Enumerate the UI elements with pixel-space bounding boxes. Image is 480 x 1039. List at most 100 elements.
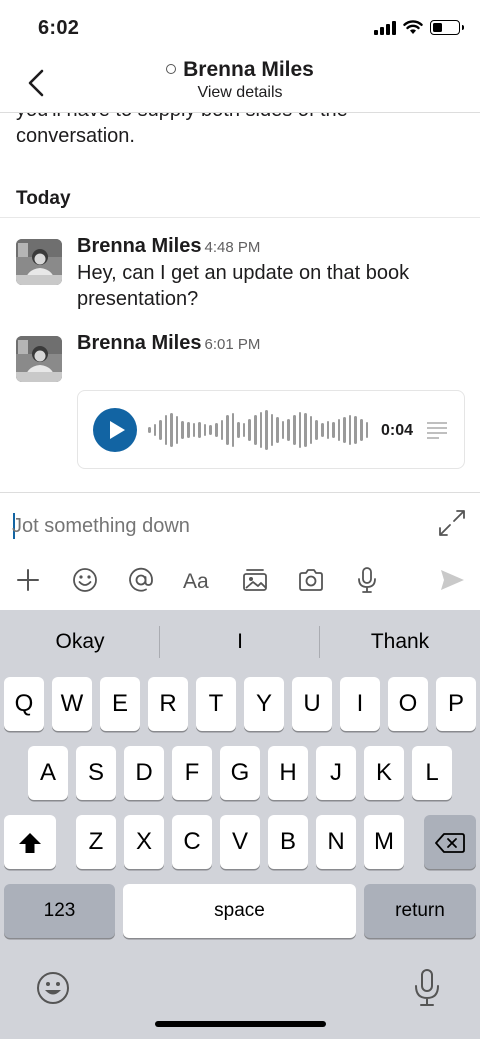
key-n[interactable]: N	[316, 815, 356, 869]
key-x[interactable]: X	[124, 815, 164, 869]
backspace-icon	[435, 832, 465, 853]
send-icon[interactable]	[437, 565, 467, 595]
waveform-bar	[220, 420, 224, 440]
key-l[interactable]: L	[412, 746, 452, 800]
waveform[interactable]	[148, 409, 369, 451]
message-author[interactable]: Brenna Miles	[77, 235, 201, 257]
waveform-bar	[242, 423, 246, 437]
svg-text:Aa: Aa	[183, 570, 209, 593]
key-p[interactable]: P	[436, 677, 476, 731]
shift-icon	[19, 832, 41, 853]
waveform-bar	[348, 415, 352, 445]
key-w[interactable]: W	[52, 677, 92, 731]
channel-title-name: Brenna Miles	[183, 58, 314, 81]
camera-icon[interactable]	[296, 565, 326, 595]
message-timestamp: 4:48 PM	[204, 239, 261, 256]
message-author[interactable]: Brenna Miles	[77, 332, 201, 354]
key-d[interactable]: D	[124, 746, 164, 800]
emoji-icon[interactable]	[70, 565, 100, 595]
dictation-icon[interactable]	[410, 968, 444, 1008]
waveform-bar	[293, 415, 296, 445]
key-y[interactable]: Y	[244, 677, 284, 731]
waveform-bar	[175, 416, 179, 444]
audio-duration: 0:04	[381, 422, 414, 439]
key-k[interactable]: K	[364, 746, 404, 800]
waveform-bar	[231, 413, 235, 447]
waveform-bar	[159, 420, 162, 440]
waveform-bar	[248, 419, 251, 441]
key-s[interactable]: S	[76, 746, 116, 800]
waveform-bar	[304, 413, 307, 447]
key-m[interactable]: M	[364, 815, 404, 869]
avatar[interactable]	[16, 239, 62, 285]
microphone-icon[interactable]	[352, 565, 382, 595]
key-h[interactable]: H	[268, 746, 308, 800]
channel-title[interactable]: Brenna Miles	[0, 58, 480, 82]
waveform-bar	[237, 422, 240, 438]
emoji-keyboard-icon[interactable]	[35, 970, 71, 1006]
expand-icon[interactable]	[438, 509, 466, 537]
view-details-link[interactable]: View details	[0, 84, 480, 102]
message-composer: Aa	[0, 492, 480, 610]
audio-message[interactable]: 0:04	[77, 390, 465, 469]
waveform-bar	[326, 421, 330, 439]
space-key[interactable]: space	[123, 884, 356, 938]
message-input[interactable]	[12, 511, 412, 541]
waveform-bar	[203, 424, 207, 436]
key-z[interactable]: Z	[76, 815, 116, 869]
plus-icon[interactable]	[13, 565, 43, 595]
status-bar: 6:02	[0, 0, 480, 56]
key-j[interactable]: J	[316, 746, 356, 800]
key-r[interactable]: R	[148, 677, 188, 731]
status-time: 6:02	[38, 17, 80, 39]
waveform-bar	[192, 423, 196, 437]
status-icons	[374, 20, 464, 35]
key-f[interactable]: F	[172, 746, 212, 800]
waveform-bar	[332, 422, 335, 438]
cellular-signal-icon	[374, 20, 396, 35]
waveform-bar	[226, 415, 229, 445]
shift-key[interactable]	[4, 815, 56, 869]
key-b[interactable]: B	[268, 815, 308, 869]
waveform-bar	[170, 413, 173, 447]
presence-away-icon	[166, 64, 177, 74]
waveform-bar	[337, 419, 341, 441]
transcript-icon[interactable]	[427, 421, 447, 439]
text-format-icon[interactable]: Aa	[182, 565, 214, 595]
waveform-bar	[164, 415, 168, 445]
waveform-bar	[148, 427, 151, 433]
key-o[interactable]: O	[388, 677, 428, 731]
key-q[interactable]: Q	[4, 677, 44, 731]
keyboard: Okay I Thank Q W E R T Y U I O P A S D F…	[0, 610, 480, 1039]
suggestion-item[interactable]: Thank	[320, 610, 480, 674]
predictive-bar: Okay I Thank	[0, 610, 480, 674]
previous-message-text: you'll have to supply both sides of the …	[16, 113, 348, 147]
numbers-key[interactable]: 123	[4, 884, 115, 938]
message-list[interactable]: you'll have to supply both sides of the …	[0, 113, 480, 492]
key-c[interactable]: C	[172, 815, 212, 869]
suggestion-item[interactable]: Okay	[0, 610, 160, 674]
waveform-bar	[309, 416, 313, 444]
waveform-bar	[187, 422, 190, 438]
message-timestamp: 6:01 PM	[204, 336, 261, 353]
key-v[interactable]: V	[220, 815, 260, 869]
gallery-icon[interactable]	[240, 565, 270, 595]
waveform-bar	[259, 412, 263, 448]
mention-icon[interactable]	[126, 565, 156, 595]
home-indicator[interactable]	[155, 1021, 326, 1027]
waveform-bar	[276, 417, 279, 443]
delete-key[interactable]	[424, 815, 476, 869]
waveform-bar	[320, 423, 324, 437]
key-e[interactable]: E	[100, 677, 140, 731]
battery-icon	[430, 20, 464, 35]
key-i[interactable]: I	[340, 677, 380, 731]
waveform-bar	[365, 422, 369, 438]
play-icon[interactable]	[93, 408, 137, 452]
return-key[interactable]: return	[364, 884, 476, 938]
key-a[interactable]: A	[28, 746, 68, 800]
key-g[interactable]: G	[220, 746, 260, 800]
suggestion-item[interactable]: I	[160, 610, 320, 674]
avatar[interactable]	[16, 336, 62, 382]
key-t[interactable]: T	[196, 677, 236, 731]
key-u[interactable]: U	[292, 677, 332, 731]
